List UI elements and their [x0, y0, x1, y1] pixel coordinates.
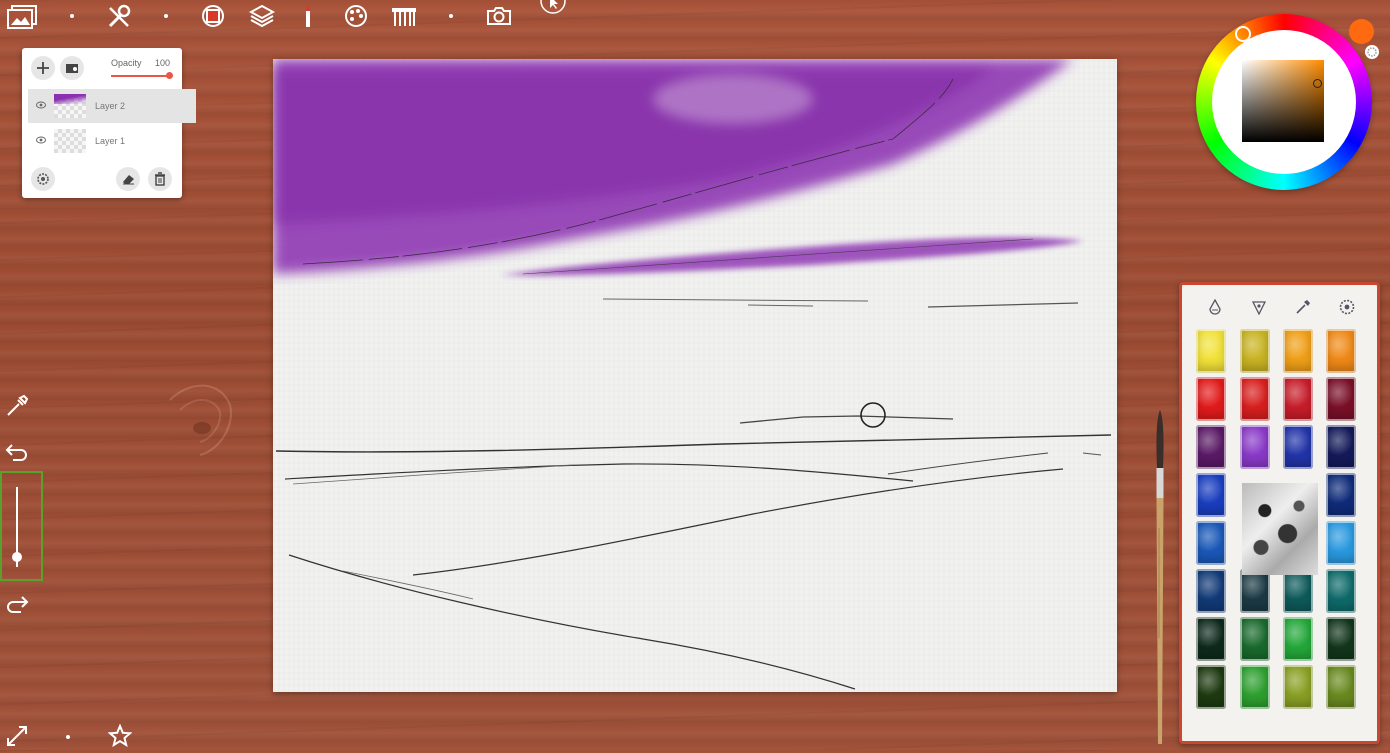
camera-icon[interactable] — [486, 6, 512, 31]
layer-row-1[interactable]: Layer 1 — [28, 124, 196, 158]
paint-pan[interactable] — [1240, 329, 1270, 373]
wood-knot — [169, 384, 232, 456]
paint-pan[interactable] — [1240, 569, 1270, 613]
clear-layer-button[interactable] — [116, 167, 140, 191]
paint-pan[interactable] — [1196, 617, 1226, 661]
color-settings-icon[interactable] — [1364, 44, 1380, 65]
paint-pan[interactable] — [1196, 329, 1226, 373]
paint-pan[interactable] — [1196, 569, 1226, 613]
watercolor-drop-icon[interactable] — [1208, 298, 1222, 320]
menu-dot — [449, 14, 453, 18]
canvas-artwork — [273, 59, 1112, 690]
fullscreen-icon[interactable] — [5, 724, 29, 753]
tools-icon[interactable] — [106, 4, 132, 35]
paint-pan[interactable] — [1283, 425, 1313, 469]
paint-pan[interactable] — [1283, 377, 1313, 421]
visibility-eye-icon[interactable] — [36, 101, 46, 111]
paint-pan[interactable] — [1283, 569, 1313, 613]
saturation-value-picker[interactable] — [1242, 60, 1324, 142]
paint-brush-image — [1156, 410, 1164, 744]
paint-pan[interactable] — [1240, 617, 1270, 661]
paint-pan[interactable] — [1326, 425, 1356, 469]
paint-pan[interactable] — [1326, 473, 1356, 517]
pointer-icon[interactable] — [540, 0, 566, 19]
paint-pan[interactable] — [1196, 377, 1226, 421]
paint-settings-icon[interactable] — [1339, 299, 1355, 320]
add-layer-button[interactable] — [31, 56, 55, 80]
opacity-slider-thumb[interactable] — [166, 72, 173, 79]
paint-pan[interactable] — [1196, 665, 1226, 709]
layers-panel: Opacity 100 Layer 2 Layer 1 — [22, 48, 196, 198]
paint-pan[interactable] — [1326, 665, 1356, 709]
paint-pan[interactable] — [1196, 473, 1226, 517]
hue-ring-cursor[interactable] — [1235, 26, 1251, 42]
color-square-cursor[interactable] — [1313, 79, 1322, 88]
layer-name: Layer 2 — [95, 101, 126, 111]
paint-pan[interactable] — [1196, 521, 1226, 565]
menu-dot — [70, 14, 74, 18]
layers-icon[interactable] — [248, 4, 276, 33]
palette-icon[interactable] — [344, 4, 368, 33]
paint-pan[interactable] — [1326, 329, 1356, 373]
eyedropper-icon[interactable] — [1295, 299, 1311, 320]
paint-pan[interactable] — [1240, 425, 1270, 469]
paint-mixing-area[interactable] — [1242, 483, 1318, 575]
paint-pan[interactable] — [1326, 377, 1356, 421]
layer-thumbnail — [54, 129, 86, 153]
paint-pan[interactable] — [1326, 569, 1356, 613]
menu-dot — [66, 735, 70, 739]
drawing-canvas[interactable] — [273, 59, 1117, 692]
current-color-swatch[interactable] — [1349, 19, 1374, 44]
visibility-eye-icon[interactable] — [36, 136, 46, 146]
brush-size-thumb[interactable] — [12, 552, 22, 562]
redo-icon[interactable] — [5, 593, 29, 620]
opacity-label: Opacity — [111, 58, 142, 68]
gallery-icon[interactable] — [5, 4, 39, 37]
opacity-slider-track — [111, 75, 169, 77]
paint-pan[interactable] — [1326, 521, 1356, 565]
paint-pan[interactable] — [1283, 329, 1313, 373]
favorite-star-icon[interactable] — [107, 723, 133, 753]
undo-icon[interactable] — [5, 441, 29, 468]
pigment-icon[interactable] — [1251, 299, 1267, 320]
paper-icon[interactable] — [391, 5, 417, 32]
layer-settings-button[interactable] — [31, 167, 55, 191]
menu-dot — [164, 14, 168, 18]
brush-icon[interactable] — [302, 3, 314, 34]
paint-pan[interactable] — [1326, 617, 1356, 661]
paint-pan[interactable] — [1240, 377, 1270, 421]
paint-pan[interactable] — [1196, 425, 1226, 469]
paint-pan[interactable] — [1283, 665, 1313, 709]
layer-name: Layer 1 — [95, 136, 126, 146]
layer-thumbnail — [54, 94, 86, 118]
paint-pan[interactable] — [1283, 617, 1313, 661]
paint-box — [1179, 282, 1380, 744]
layer-row-2[interactable]: Layer 2 — [28, 89, 196, 123]
delete-layer-button[interactable] — [148, 167, 172, 191]
opacity-slider[interactable] — [111, 72, 173, 80]
opacity-value: 100 — [155, 58, 171, 68]
brush-size-slider[interactable] — [0, 471, 43, 581]
import-image-button[interactable] — [60, 56, 84, 80]
eyedropper-icon[interactable] — [5, 394, 29, 423]
brush-size-icon[interactable] — [201, 4, 225, 33]
paint-pan[interactable] — [1240, 665, 1270, 709]
